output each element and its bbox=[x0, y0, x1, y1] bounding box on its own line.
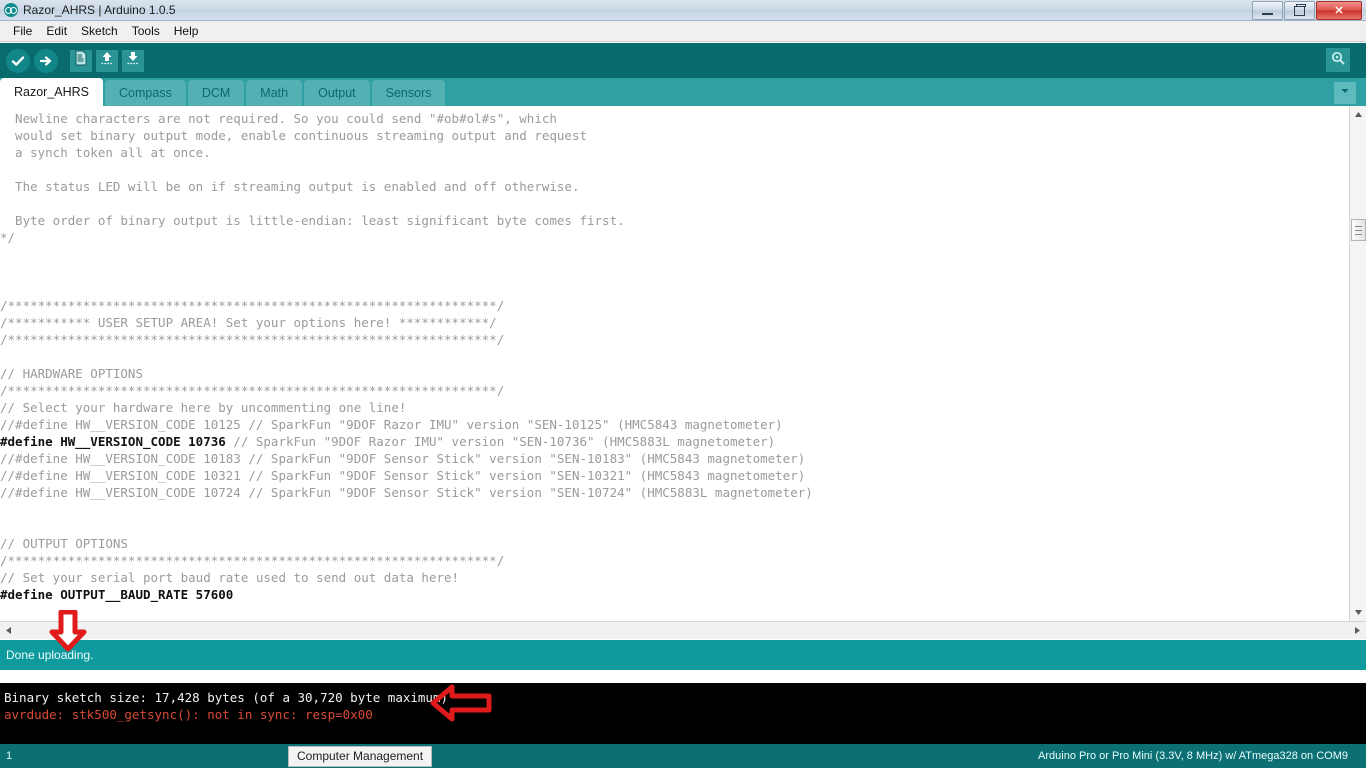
status-message: Done uploading. bbox=[6, 648, 93, 662]
menu-item-file[interactable]: File bbox=[6, 22, 39, 40]
menu-bar: File Edit Sketch Tools Help bbox=[0, 21, 1366, 42]
minimize-icon[interactable] bbox=[1252, 1, 1283, 20]
scroll-left-button[interactable] bbox=[0, 622, 17, 639]
close-icon[interactable]: ✕ bbox=[1316, 1, 1362, 20]
bottom-bar: 1 Arduino Pro or Pro Mini (3.3V, 8 MHz) … bbox=[0, 744, 1366, 768]
arduino-logo-icon bbox=[4, 3, 18, 17]
taskbar-tooltip[interactable]: Computer Management bbox=[288, 746, 432, 767]
new-document-icon bbox=[74, 50, 88, 71]
menu-item-help[interactable]: Help bbox=[167, 22, 206, 40]
board-indicator: Arduino Pro or Pro Mini (3.3V, 8 MHz) w/… bbox=[1038, 750, 1348, 762]
tab-bar: Razor_AHRS Compass DCM Math Output Senso… bbox=[0, 78, 1366, 106]
arrow-right-icon bbox=[38, 53, 54, 69]
vertical-scrollbar[interactable] bbox=[1349, 106, 1366, 621]
serial-monitor-button[interactable] bbox=[1326, 48, 1350, 72]
verify-button[interactable] bbox=[6, 49, 30, 73]
status-bar: Done uploading. bbox=[0, 640, 1366, 670]
new-button[interactable] bbox=[70, 50, 92, 72]
restore-icon[interactable] bbox=[1284, 1, 1315, 20]
window-controls: ✕ bbox=[1252, 1, 1362, 20]
arduino-ide-window: Razor_AHRS | Arduino 1.0.5 ✕ File Edit S… bbox=[0, 0, 1366, 768]
window-title: Razor_AHRS | Arduino 1.0.5 bbox=[23, 3, 176, 17]
tab-razor-ahrs[interactable]: Razor_AHRS bbox=[0, 78, 103, 106]
scroll-down-button[interactable] bbox=[1350, 604, 1366, 621]
line-number-indicator: 1 bbox=[0, 750, 12, 762]
upload-button[interactable] bbox=[34, 49, 58, 73]
menu-item-edit[interactable]: Edit bbox=[39, 22, 74, 40]
code-editor[interactable]: Newline characters are not required. So … bbox=[0, 106, 1366, 621]
vertical-scroll-thumb[interactable] bbox=[1351, 219, 1366, 241]
toolbar bbox=[0, 43, 1366, 78]
open-button[interactable] bbox=[96, 50, 118, 72]
checkmark-icon bbox=[10, 53, 26, 69]
scroll-thumb-grip bbox=[1355, 226, 1362, 235]
title-bar: Razor_AHRS | Arduino 1.0.5 ✕ bbox=[0, 0, 1366, 21]
menu-item-sketch[interactable]: Sketch bbox=[74, 22, 125, 40]
arrow-up-icon bbox=[99, 50, 115, 71]
save-button[interactable] bbox=[122, 50, 144, 72]
tab-menu-button[interactable] bbox=[1334, 82, 1356, 104]
horizontal-scrollbar[interactable] bbox=[0, 621, 1366, 639]
scroll-up-button[interactable] bbox=[1350, 106, 1366, 123]
scroll-right-button[interactable] bbox=[1349, 622, 1366, 639]
tab-compass[interactable]: Compass bbox=[105, 80, 186, 106]
code-text[interactable]: Newline characters are not required. So … bbox=[0, 106, 813, 603]
arrow-down-icon bbox=[125, 50, 141, 71]
tab-sensors[interactable]: Sensors bbox=[372, 80, 446, 106]
tab-math[interactable]: Math bbox=[246, 80, 302, 106]
tab-dcm[interactable]: DCM bbox=[188, 80, 244, 106]
menu-item-tools[interactable]: Tools bbox=[125, 22, 167, 40]
magnifier-icon bbox=[1329, 49, 1347, 72]
chevron-down-icon bbox=[1339, 84, 1351, 102]
tab-output[interactable]: Output bbox=[304, 80, 370, 106]
